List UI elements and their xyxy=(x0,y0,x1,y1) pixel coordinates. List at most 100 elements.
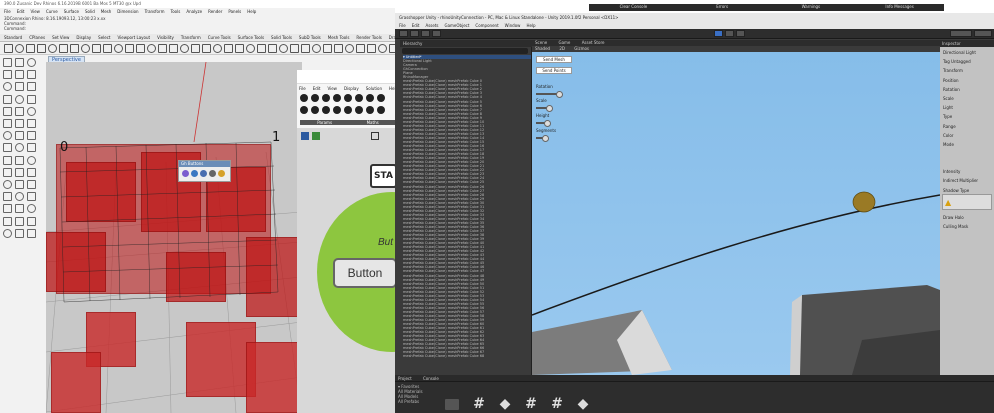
menu-item[interactable]: Help xyxy=(526,23,535,28)
inspector-field[interactable]: Directional Light xyxy=(943,50,976,55)
chart-icon[interactable] xyxy=(312,132,320,140)
inspector-field[interactable]: Range xyxy=(943,124,956,129)
tool-icon[interactable] xyxy=(27,82,36,92)
menu-item[interactable]: View xyxy=(327,86,337,91)
tool-icon[interactable] xyxy=(3,143,12,153)
script-icon[interactable]: # xyxy=(472,396,486,412)
tool-icon[interactable] xyxy=(3,179,12,189)
send-points-button[interactable]: Send Points xyxy=(536,67,572,74)
tool-icon[interactable] xyxy=(279,44,288,53)
menu-item[interactable]: Edit xyxy=(17,9,25,14)
tool-icon[interactable] xyxy=(27,167,36,177)
tool-icon[interactable] xyxy=(3,118,12,128)
inspector-field[interactable]: Position xyxy=(943,78,959,83)
tool-icon[interactable] xyxy=(125,44,134,53)
menu-item[interactable]: Panels xyxy=(228,9,241,14)
tool-icon[interactable] xyxy=(48,44,57,53)
tab-console[interactable]: Console xyxy=(423,376,439,381)
tool-icon[interactable] xyxy=(147,44,156,53)
inspector-field[interactable]: Tag Untagged xyxy=(943,59,971,64)
component-icon[interactable] xyxy=(333,106,341,114)
menu-item[interactable]: Solid xyxy=(85,9,95,14)
globe-icon[interactable] xyxy=(191,170,198,177)
toolbar-tab[interactable]: Display xyxy=(76,35,91,40)
tool-icon[interactable] xyxy=(27,228,36,238)
tool-icon[interactable] xyxy=(27,155,36,165)
tool-icon[interactable] xyxy=(70,44,79,53)
component-icon[interactable] xyxy=(366,106,374,114)
hand-tool-icon[interactable] xyxy=(399,30,408,37)
menu-item[interactable]: Analyze xyxy=(186,9,202,14)
tool-icon[interactable] xyxy=(213,44,222,53)
menu-item[interactable]: Render xyxy=(208,9,222,14)
inspector-field[interactable]: Light xyxy=(943,105,953,110)
inspector-field[interactable]: Color xyxy=(943,133,953,138)
tool-icon[interactable] xyxy=(27,143,36,153)
scene-view[interactable]: Scene Game Asset Store Shaded 2D Gizmos … xyxy=(532,40,940,375)
tool-icon[interactable] xyxy=(15,143,24,153)
menu-item[interactable]: File xyxy=(399,23,406,28)
menu-item[interactable]: Edit xyxy=(412,23,420,28)
toolbar-tab[interactable]: SubD Tools xyxy=(299,35,321,40)
menu-item[interactable]: File xyxy=(299,86,306,91)
component-icon[interactable] xyxy=(355,106,363,114)
toolbar-tab[interactable]: Curve Tools xyxy=(208,35,231,40)
tool-icon[interactable] xyxy=(378,44,387,53)
toolbar-tab[interactable]: Solid Tools xyxy=(271,35,292,40)
tool-icon[interactable] xyxy=(15,70,24,80)
menu-item[interactable]: Mesh xyxy=(101,9,112,14)
component-icon[interactable] xyxy=(344,94,352,102)
tool-icon[interactable] xyxy=(3,155,12,165)
tool-icon[interactable] xyxy=(15,155,24,165)
tool-icon[interactable] xyxy=(27,179,36,189)
tool-icon[interactable] xyxy=(367,44,376,53)
tool-icon[interactable] xyxy=(3,192,12,202)
tool-icon[interactable] xyxy=(15,58,24,67)
tool-icon[interactable] xyxy=(257,44,266,53)
tool-icon[interactable] xyxy=(4,44,13,53)
tool-icon[interactable] xyxy=(3,94,12,104)
clear-console-button[interactable]: Clear Console xyxy=(589,4,678,11)
tool-icon[interactable] xyxy=(3,228,12,238)
toolbar-tab[interactable]: Set View xyxy=(52,35,69,40)
zoom-icon[interactable] xyxy=(371,132,379,140)
tool-icon[interactable] xyxy=(3,106,12,116)
menu-item[interactable]: Transform xyxy=(145,9,165,14)
tool-icon[interactable] xyxy=(27,131,36,141)
component-icon[interactable] xyxy=(322,106,330,114)
tool-icon[interactable] xyxy=(301,44,310,53)
inspector-field[interactable]: Draw Halo xyxy=(943,215,964,220)
tool-icon[interactable] xyxy=(103,44,112,53)
tool-icon[interactable] xyxy=(158,44,167,53)
tool-icon[interactable] xyxy=(334,44,343,53)
tool-icon[interactable] xyxy=(356,44,365,53)
info-toggle[interactable]: Info Messages xyxy=(855,4,944,11)
menu-item[interactable]: Curve xyxy=(46,9,58,14)
component-icon[interactable] xyxy=(344,106,352,114)
component-icon[interactable] xyxy=(300,94,308,102)
step-button[interactable] xyxy=(736,30,745,37)
tool-icon[interactable] xyxy=(15,106,24,116)
tool-icon[interactable] xyxy=(15,131,24,141)
tool-icon[interactable] xyxy=(81,44,90,53)
tool-icon[interactable] xyxy=(15,167,24,177)
tool-icon[interactable] xyxy=(27,70,36,80)
tool-icon[interactable] xyxy=(180,44,189,53)
inspector-field[interactable]: Transform xyxy=(943,68,963,73)
tool-icon[interactable] xyxy=(3,58,12,67)
prefab-icon[interactable]: ◆ xyxy=(498,396,512,412)
component-icon[interactable] xyxy=(311,94,319,102)
lock-icon[interactable] xyxy=(218,170,225,177)
tool-icon[interactable] xyxy=(27,106,36,116)
tool-icon[interactable] xyxy=(323,44,332,53)
layout-dropdown[interactable] xyxy=(974,30,992,37)
tool-icon[interactable] xyxy=(26,44,35,53)
tool-icon[interactable] xyxy=(15,44,24,53)
perspective-viewport[interactable] xyxy=(46,62,302,413)
inspector-field[interactable]: Scale xyxy=(943,96,954,101)
inspector-field[interactable]: Mode xyxy=(943,142,954,147)
gh-category[interactable]: Maths xyxy=(367,120,379,125)
tool-icon[interactable] xyxy=(3,204,12,214)
tool-icon[interactable] xyxy=(27,216,36,226)
tool-icon[interactable] xyxy=(15,118,24,128)
